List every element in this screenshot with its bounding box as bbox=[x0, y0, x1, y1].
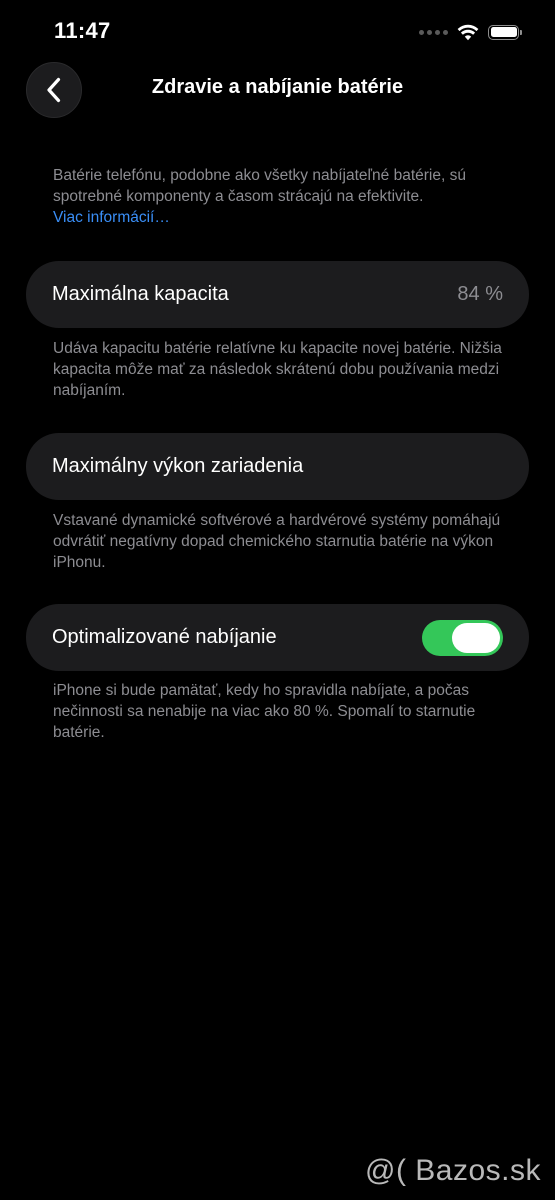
optimized-charging-label: Optimalizované nabíjanie bbox=[52, 626, 277, 648]
max-capacity-value: 84 % bbox=[457, 283, 503, 305]
optimized-charging-toggle[interactable] bbox=[422, 619, 503, 656]
optimized-charging-description: iPhone si bude pamätať, kedy ho spravidl… bbox=[53, 682, 476, 741]
peak-performance-label: Maximálny výkon zariadenia bbox=[52, 455, 304, 477]
bazos-watermark: @( Bazos.sk bbox=[365, 1154, 541, 1187]
peak-performance-description: Vstavané dynamické softvérové a hardvéro… bbox=[53, 512, 501, 571]
wifi-icon bbox=[457, 24, 479, 40]
status-icons bbox=[419, 20, 522, 44]
status-bar: 11:47 bbox=[0, 0, 555, 60]
battery-icon bbox=[488, 24, 522, 40]
optimized-charging-row: Optimalizované nabíjanie bbox=[26, 604, 529, 671]
max-capacity-label: Maximálna kapacita bbox=[52, 283, 229, 305]
status-time: 11:47 bbox=[54, 18, 111, 43]
max-capacity-description: Udáva kapacitu batérie relatívne ku kapa… bbox=[53, 340, 502, 399]
peak-performance-row[interactable]: Maximálny výkon zariadenia bbox=[26, 433, 529, 500]
intro-text-block: Batérie telefónu, podobne ako všetky nab… bbox=[53, 165, 513, 228]
cellular-dots-icon bbox=[419, 29, 448, 35]
max-capacity-row: Maximálna kapacita 84 % bbox=[26, 261, 529, 328]
intro-text: Batérie telefónu, podobne ako všetky nab… bbox=[53, 167, 466, 205]
more-info-link[interactable]: Viac informácií… bbox=[53, 207, 513, 228]
toggle-knob bbox=[452, 622, 500, 653]
page-title: Zdravie a nabíjanie batérie bbox=[151, 76, 404, 98]
